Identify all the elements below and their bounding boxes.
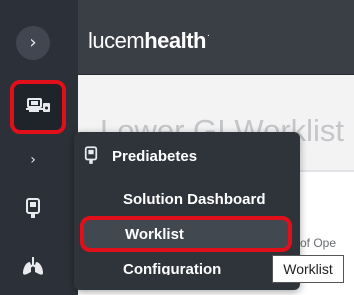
table-column-header: of Ope: [300, 236, 337, 250]
device-icon: [84, 146, 98, 166]
sidebar-item-lungs[interactable]: [11, 244, 55, 288]
sidebar-toggle-button[interactable]: ›: [11, 21, 55, 65]
menu-group-label: Prediabetes: [112, 147, 198, 165]
chevron-right-icon: ›: [16, 26, 50, 60]
sidebar: › ›: [0, 0, 78, 295]
worklist-monitor-icon: [26, 98, 50, 112]
top-bar: lucemhealth.: [78, 0, 354, 75]
app-logo: lucemhealth.: [88, 28, 210, 53]
lungs-icon: [23, 257, 43, 275]
device-icon: [26, 198, 40, 218]
menu-item-worklist[interactable]: Worklist: [80, 216, 292, 252]
menu-group-header: Prediabetes: [84, 146, 197, 166]
tooltip: Worklist: [272, 255, 344, 283]
chevron-right-icon: ›: [30, 152, 36, 168]
sidebar-item-prediabetes[interactable]: [11, 187, 55, 231]
sidebar-item-worklist[interactable]: [10, 80, 66, 134]
solution-flyout-menu: Prediabetes Solution Dashboard Worklist …: [74, 132, 300, 290]
menu-item-solution-dashboard[interactable]: Solution Dashboard: [78, 182, 296, 216]
sidebar-expand-chevron[interactable]: ›: [11, 138, 55, 182]
menu-item-configuration[interactable]: Configuration: [78, 251, 296, 285]
